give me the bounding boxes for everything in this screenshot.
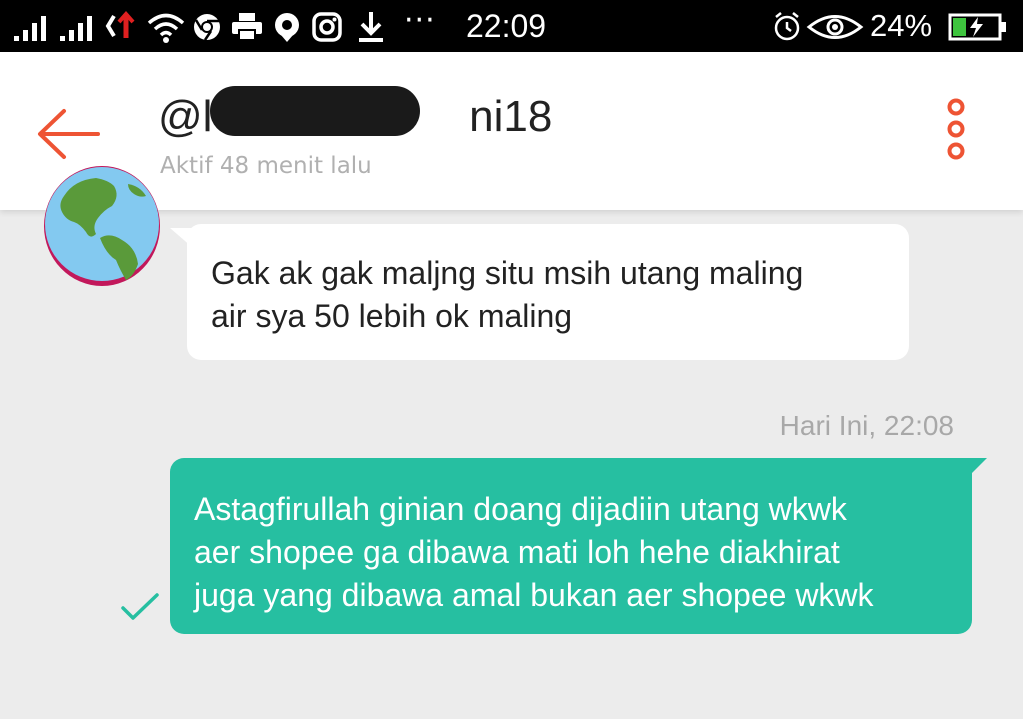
battery-percent: 24% xyxy=(870,8,933,43)
name-redaction xyxy=(210,86,420,136)
location-icon xyxy=(275,13,299,42)
contact-last-active: Aktif 48 menit lalu xyxy=(160,153,372,179)
status-bar: ··· 22:09 24% xyxy=(0,0,1023,52)
message-timestamp: Hari Ini, 22:08 xyxy=(779,410,954,441)
instagram-icon xyxy=(312,12,342,42)
more-vertical-icon[interactable] xyxy=(936,98,976,170)
alarm-icon xyxy=(774,12,800,41)
wifi-icon xyxy=(147,13,185,43)
check-icon xyxy=(121,593,159,620)
more-notifications-indicator: ··· xyxy=(404,3,436,38)
chrome-icon xyxy=(194,14,220,41)
incoming-message-bubble[interactable]: Gak ak gak maljng situ msih utang maling… xyxy=(187,224,909,360)
outgoing-message-bubble[interactable]: Astagfirullah ginian doang dijadiin utan… xyxy=(170,458,972,634)
avatar[interactable] xyxy=(44,166,160,286)
printer-icon xyxy=(232,13,262,41)
battery-charging-icon xyxy=(948,13,1006,41)
signal-icon xyxy=(14,16,46,41)
signal-icon xyxy=(60,16,92,41)
incoming-message-text: Gak ak gak maljng situ msih utang maling… xyxy=(211,255,804,334)
eye-icon xyxy=(806,15,864,39)
clock: 22:09 xyxy=(466,8,547,44)
outgoing-message-text: Astagfirullah ginian doang dijadiin utan… xyxy=(194,491,874,613)
download-icon xyxy=(359,12,383,42)
back-arrow-icon[interactable] xyxy=(34,106,104,162)
chat-header: @l ni18 Aktif 48 menit lalu xyxy=(0,52,1023,210)
network-icon xyxy=(105,10,135,38)
